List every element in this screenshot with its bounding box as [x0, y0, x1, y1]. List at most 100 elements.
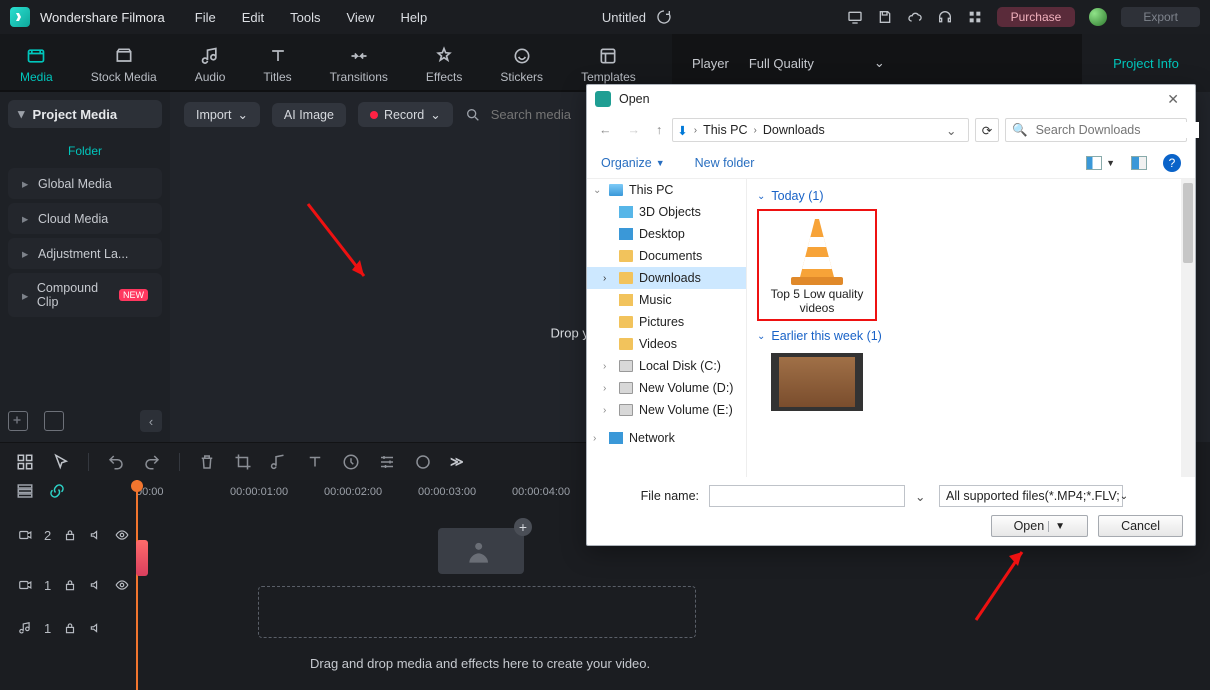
color-icon[interactable]: [414, 453, 432, 471]
speed-icon[interactable]: [342, 453, 360, 471]
visibility-icon[interactable]: [115, 528, 129, 542]
view-mode-dropdown[interactable]: ▼: [1086, 156, 1115, 170]
tree-local-disk-c[interactable]: ›Local Disk (C:): [587, 355, 746, 377]
layout-icon[interactable]: [16, 453, 34, 471]
tree-volume-e[interactable]: ›New Volume (E:): [587, 399, 746, 421]
delete-icon[interactable]: [198, 453, 216, 471]
folder-tree: ⌄This PC 3D Objects Desktop Documents ›D…: [587, 179, 747, 477]
collapse-sidebar-icon[interactable]: ‹: [140, 410, 162, 432]
tab-stickers[interactable]: Stickers: [500, 46, 543, 90]
crop-icon[interactable]: [234, 453, 252, 471]
tree-desktop[interactable]: Desktop: [587, 223, 746, 245]
tree-3d-objects[interactable]: 3D Objects: [587, 201, 746, 223]
file-list-scrollbar[interactable]: [1181, 179, 1195, 477]
cursor-icon[interactable]: [52, 453, 70, 471]
import-dropdown[interactable]: Import⌄: [184, 102, 260, 127]
save-icon[interactable]: [877, 9, 893, 25]
tree-volume-d[interactable]: ›New Volume (D:): [587, 377, 746, 399]
tab-media[interactable]: Media: [20, 46, 53, 90]
tab-effects[interactable]: Effects: [426, 46, 462, 90]
sidebar-cloud-media[interactable]: ▸Cloud Media: [8, 203, 162, 234]
filename-input[interactable]: [709, 485, 905, 507]
nav-up-icon[interactable]: ↑: [652, 121, 666, 139]
mute-icon[interactable]: [89, 578, 103, 592]
apps-icon[interactable]: [967, 9, 983, 25]
nav-forward-icon[interactable]: →: [624, 121, 645, 139]
sidebar-project-media[interactable]: ▾ Project Media: [8, 100, 162, 128]
file-type-filter[interactable]: All supported files(*.MP4;*.FLV;⌄: [939, 485, 1123, 507]
export-button[interactable]: Export: [1121, 7, 1200, 27]
redo-icon[interactable]: [143, 453, 161, 471]
tree-pictures[interactable]: Pictures: [587, 311, 746, 333]
cancel-button[interactable]: Cancel: [1098, 515, 1183, 537]
file-item-selected[interactable]: Top 5 Low quality videos: [757, 209, 877, 321]
sidebar-global-media[interactable]: ▸Global Media: [8, 168, 162, 199]
annotation-arrow-1: [304, 200, 384, 290]
record-dot-icon: [370, 111, 378, 119]
text-icon[interactable]: [306, 453, 324, 471]
tree-music[interactable]: Music: [587, 289, 746, 311]
tree-this-pc[interactable]: ⌄This PC: [587, 179, 746, 201]
link-icon[interactable]: [48, 482, 66, 500]
adjust-icon[interactable]: [378, 453, 396, 471]
lock-icon[interactable]: [63, 528, 77, 542]
cloud-icon[interactable]: [907, 9, 923, 25]
tab-audio[interactable]: Audio: [195, 46, 226, 90]
lock-icon[interactable]: [63, 578, 77, 592]
tab-titles[interactable]: Titles: [263, 46, 291, 90]
menu-help[interactable]: Help: [400, 10, 427, 25]
tree-videos[interactable]: Videos: [587, 333, 746, 355]
tree-documents[interactable]: Documents: [587, 245, 746, 267]
organize-dropdown[interactable]: Organize▼: [601, 156, 665, 170]
audio-edit-icon[interactable]: [270, 453, 288, 471]
menu-view[interactable]: View: [346, 10, 374, 25]
vlc-icon: [787, 215, 847, 285]
add-media-plus-icon[interactable]: +: [514, 518, 532, 536]
headphones-icon[interactable]: [937, 9, 953, 25]
sidebar-folder[interactable]: Folder: [0, 136, 170, 166]
breadcrumb[interactable]: ⬇ › This PC › Downloads ⌄: [672, 118, 969, 142]
sidebar-adjustment-layer[interactable]: ▸Adjustment La...: [8, 238, 162, 269]
menu-tools[interactable]: Tools: [290, 10, 320, 25]
dialog-close-button[interactable]: ✕: [1159, 89, 1187, 110]
purchase-button[interactable]: Purchase: [997, 7, 1076, 27]
menu-edit[interactable]: Edit: [242, 10, 264, 25]
new-folder-button[interactable]: New folder: [695, 156, 755, 170]
sync-icon[interactable]: [656, 9, 672, 25]
open-button[interactable]: Open▼: [991, 515, 1089, 537]
tree-downloads[interactable]: ›Downloads: [587, 267, 746, 289]
undo-icon[interactable]: [107, 453, 125, 471]
avatar-icon[interactable]: [1089, 8, 1107, 26]
preview-pane-icon[interactable]: [1131, 156, 1147, 170]
nav-back-icon[interactable]: ←: [595, 121, 616, 139]
tab-transitions[interactable]: Transitions: [330, 46, 388, 90]
tab-stock-media[interactable]: Stock Media: [91, 46, 157, 90]
ai-image-button[interactable]: AI Image: [272, 103, 346, 127]
group-today[interactable]: ⌄Today (1): [757, 189, 1185, 203]
new-folder-icon[interactable]: [44, 411, 64, 431]
timeline-drop-text: Drag and drop media and effects here to …: [310, 656, 650, 671]
refresh-button[interactable]: ⟳: [975, 118, 999, 142]
file-item[interactable]: [757, 349, 877, 415]
dialog-search[interactable]: 🔍: [1005, 118, 1187, 142]
menu-file[interactable]: File: [195, 10, 216, 25]
timeline-tracks-icon[interactable]: [16, 482, 34, 500]
player-quality-dropdown[interactable]: Full Quality⌄: [749, 55, 885, 71]
dialog-search-input[interactable]: [1034, 122, 1199, 138]
more-tools-icon[interactable]: ≫: [450, 454, 464, 470]
help-icon[interactable]: ?: [1163, 154, 1181, 172]
lock-icon[interactable]: [63, 621, 77, 635]
timeline-media-placeholder[interactable]: +: [438, 528, 524, 574]
mute-icon[interactable]: [89, 621, 103, 635]
new-bin-icon[interactable]: [8, 411, 28, 431]
record-dropdown[interactable]: Record⌄: [358, 102, 453, 127]
timeline-drop-slot[interactable]: [258, 586, 696, 638]
visibility-icon[interactable]: [115, 578, 129, 592]
player-label: Player: [692, 56, 729, 71]
group-earlier[interactable]: ⌄Earlier this week (1): [757, 329, 1185, 343]
device-icon[interactable]: [847, 9, 863, 25]
folder-icon: [619, 338, 633, 350]
mute-icon[interactable]: [89, 528, 103, 542]
sidebar-compound-clip[interactable]: ▸Compound ClipNEW: [8, 273, 162, 317]
tree-network[interactable]: ›Network: [587, 427, 746, 449]
